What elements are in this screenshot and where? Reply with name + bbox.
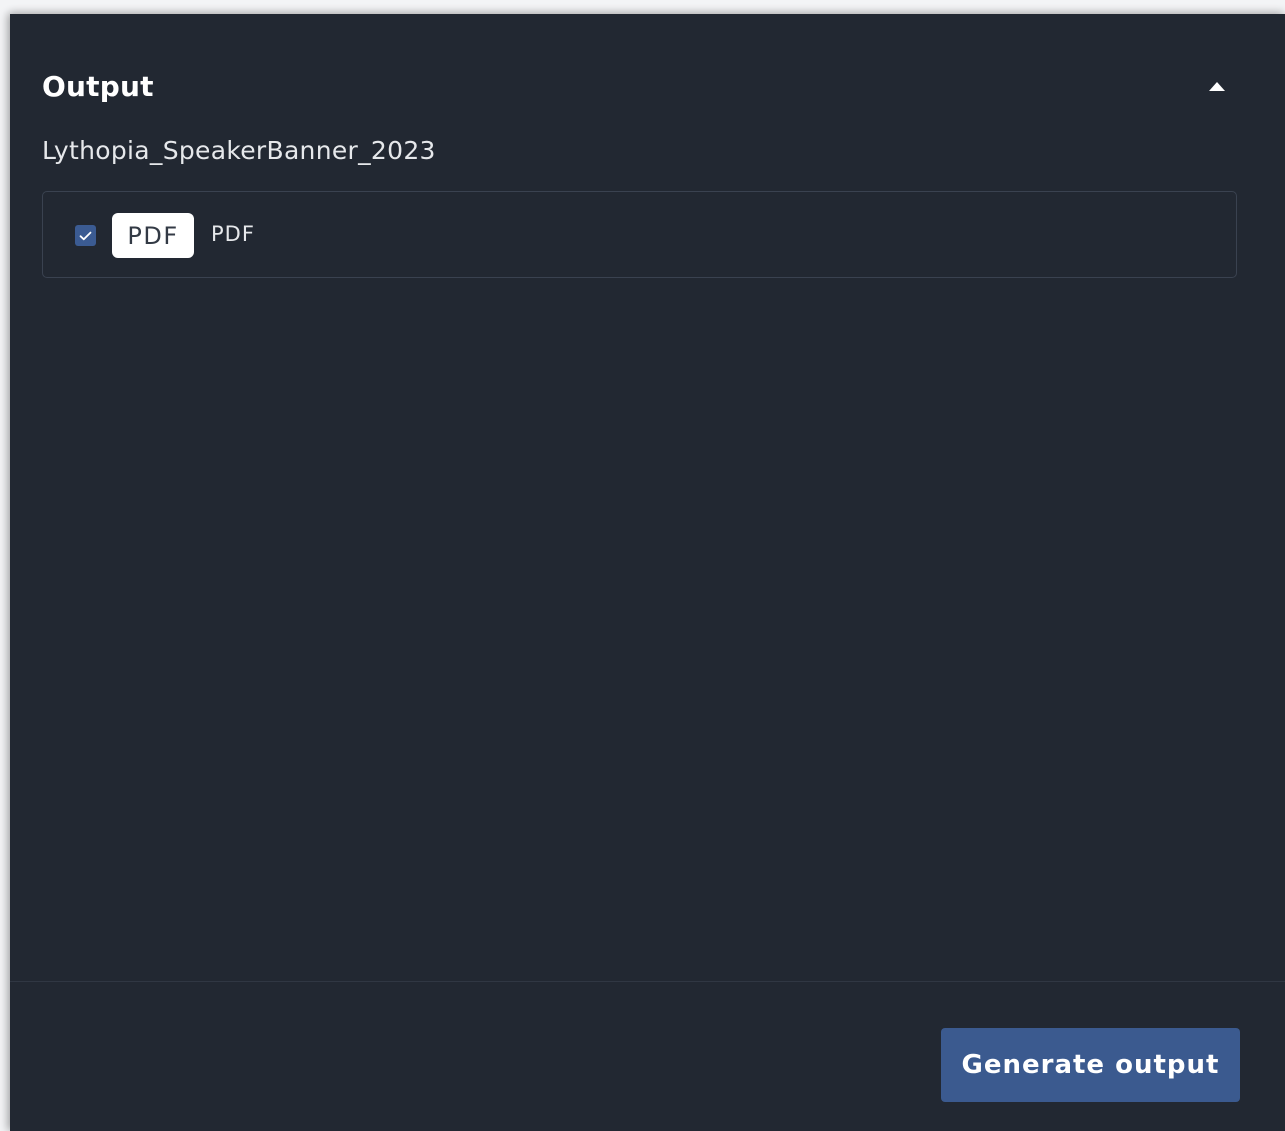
footer-divider xyxy=(10,981,1285,982)
panel-title: Output xyxy=(42,69,154,103)
output-panel: Output Lythopia_SpeakerBanner_2023 PDF P… xyxy=(10,14,1285,1131)
pdf-checkbox[interactable] xyxy=(75,225,96,246)
panel-header: Output xyxy=(42,64,1240,108)
generate-output-button[interactable]: Generate output xyxy=(941,1028,1240,1102)
caret-up-icon xyxy=(1209,81,1225,91)
format-label: PDF xyxy=(211,222,255,246)
pdf-file-icon: PDF xyxy=(112,213,194,258)
output-filename: Lythopia_SpeakerBanner_2023 xyxy=(42,136,436,165)
checkmark-icon xyxy=(79,231,92,240)
format-option-pdf: PDF PDF xyxy=(42,191,1237,278)
collapse-button[interactable] xyxy=(1202,71,1232,101)
